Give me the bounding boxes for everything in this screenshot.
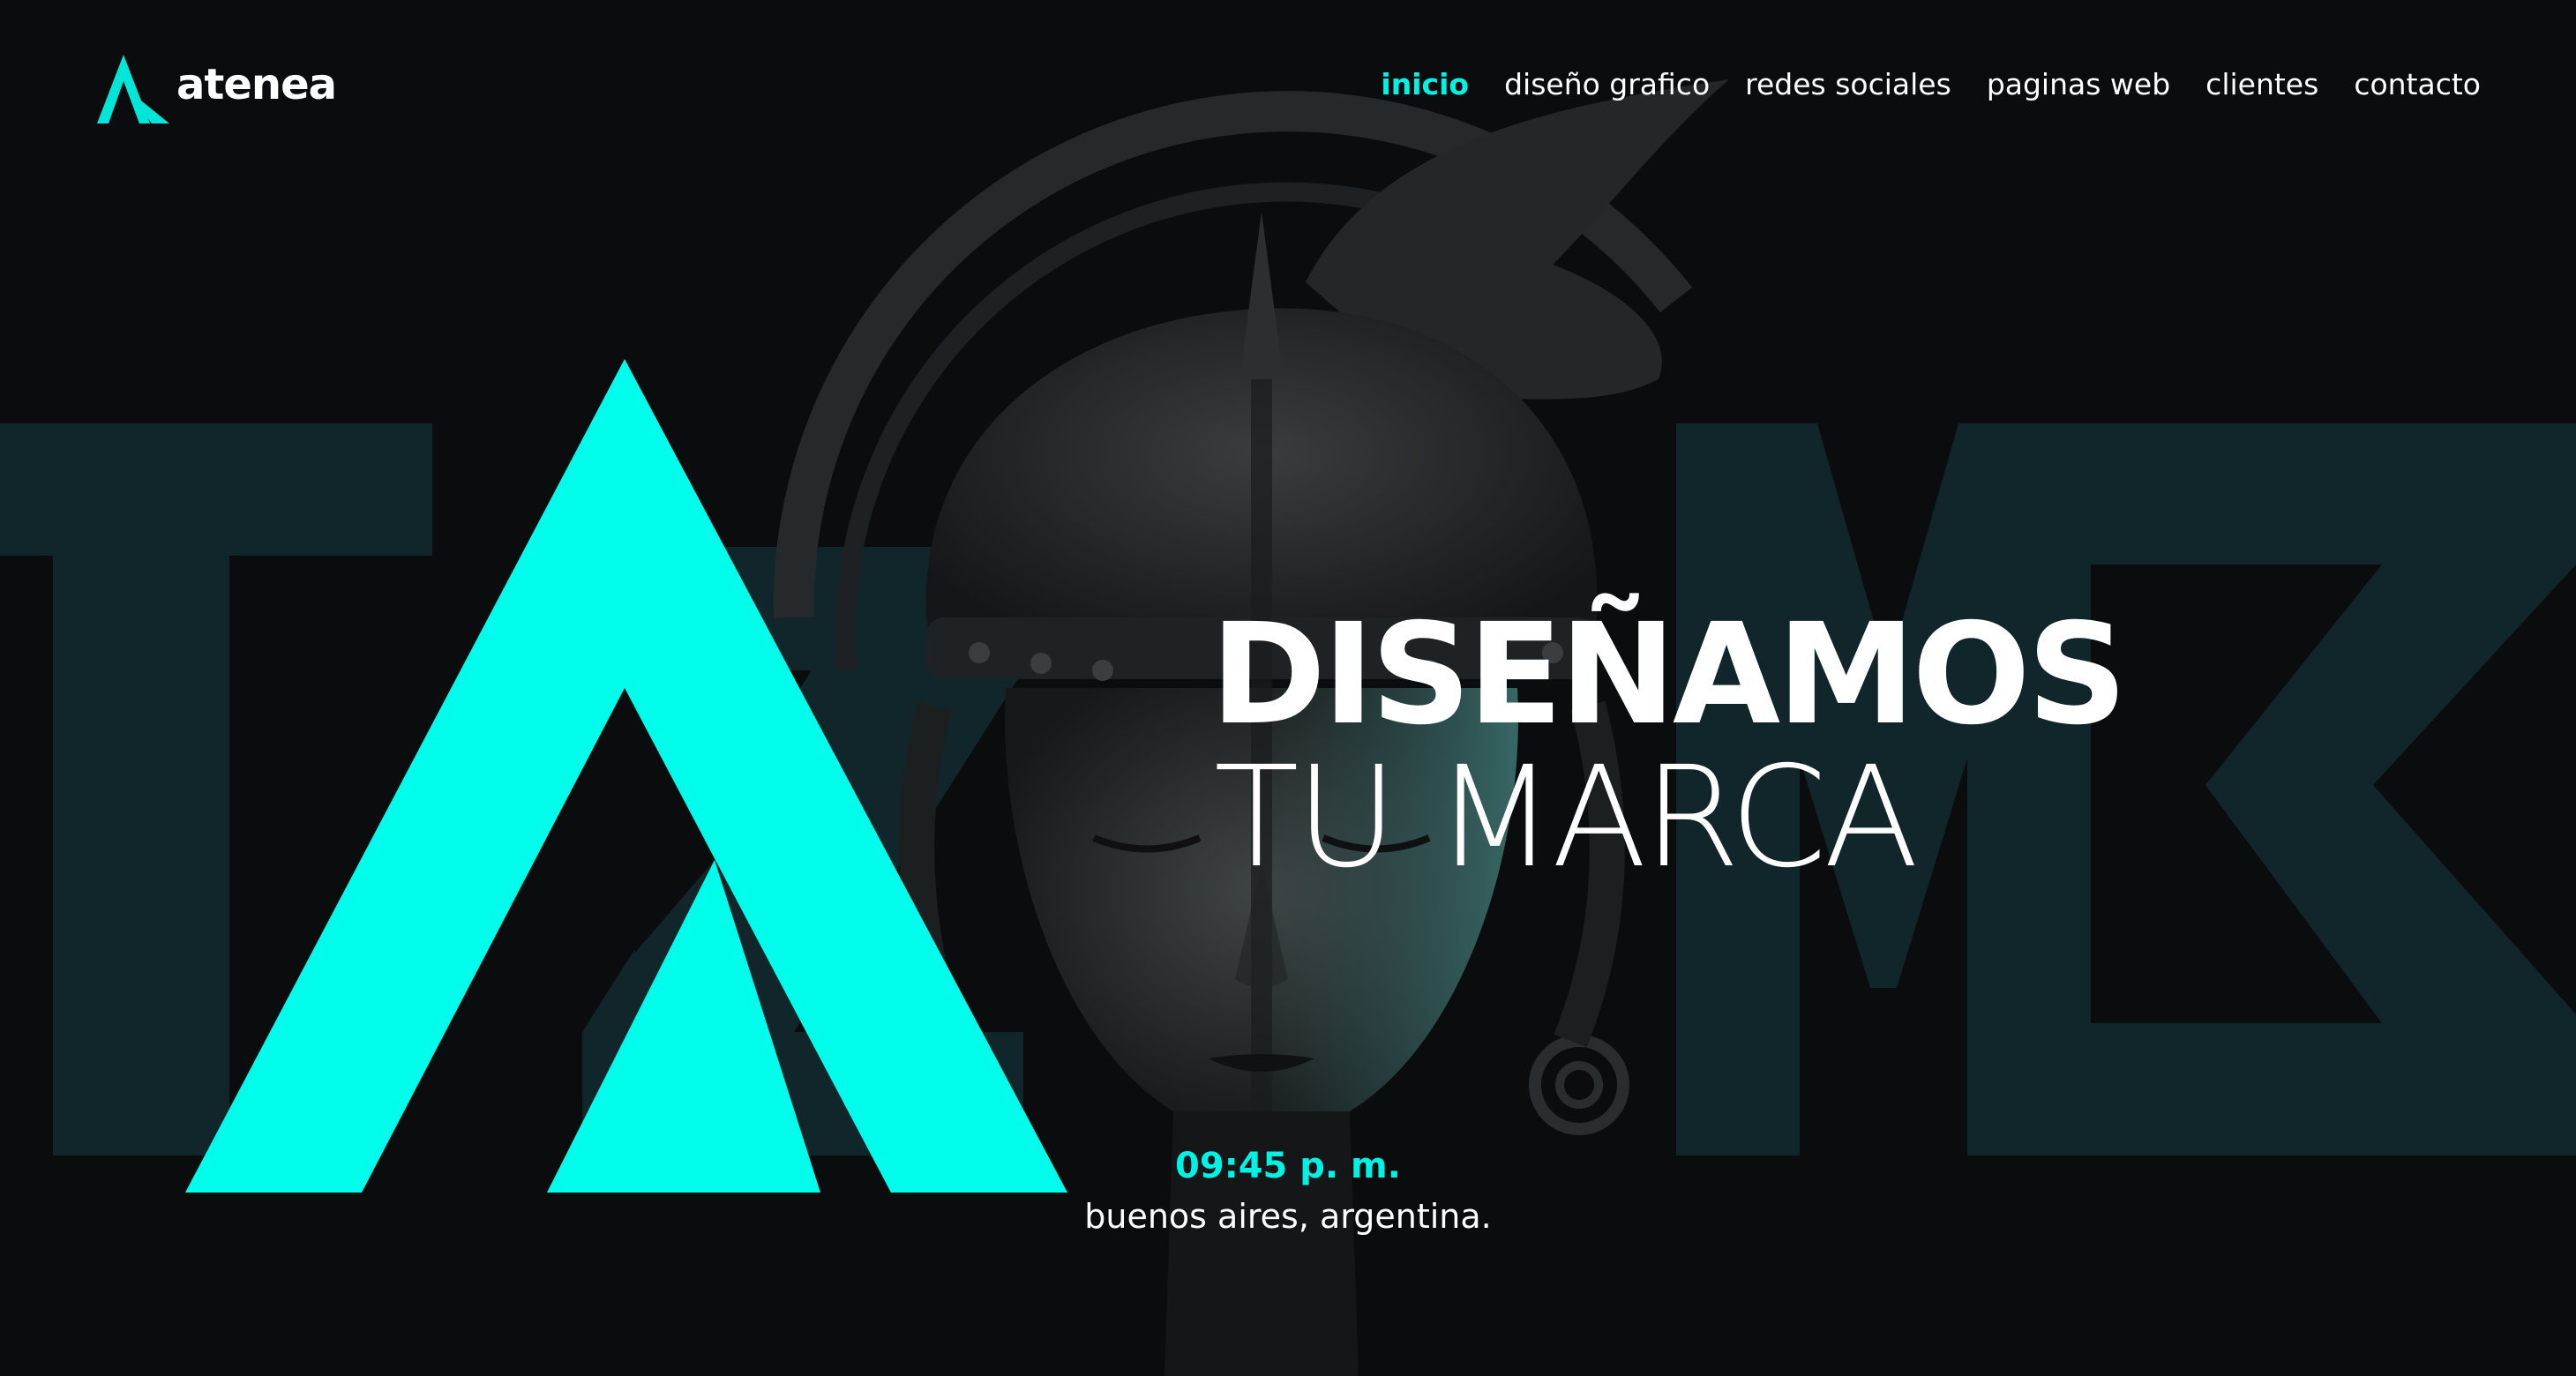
nav-item-clientes[interactable]: clientes [2205,65,2318,104]
brand-name[interactable]: atenea [176,58,337,111]
nav-item-diseno-grafico[interactable]: diseño grafico [1504,65,1710,104]
hero-headline-secondary: TU MARCA [1214,737,1919,899]
hero-section: atenea inicio diseño grafico redes socia… [0,0,2576,1376]
nav-item-inicio[interactable]: inicio [1381,65,1469,104]
hero-headline-primary: DISEÑAMOS [1210,594,2128,756]
nav-item-redes-sociales[interactable]: redes sociales [1745,65,1951,104]
local-time: 09:45 p. m. [1175,1146,1401,1186]
nav-item-contacto[interactable]: contacto [2354,65,2481,104]
location-text: buenos aires, argentina. [1084,1197,1492,1236]
atenea-logo-icon[interactable] [97,55,169,123]
nav-item-paginas-web[interactable]: paginas web [1987,65,2170,104]
main-nav: inicio diseño grafico redes sociales pag… [1381,65,2481,104]
